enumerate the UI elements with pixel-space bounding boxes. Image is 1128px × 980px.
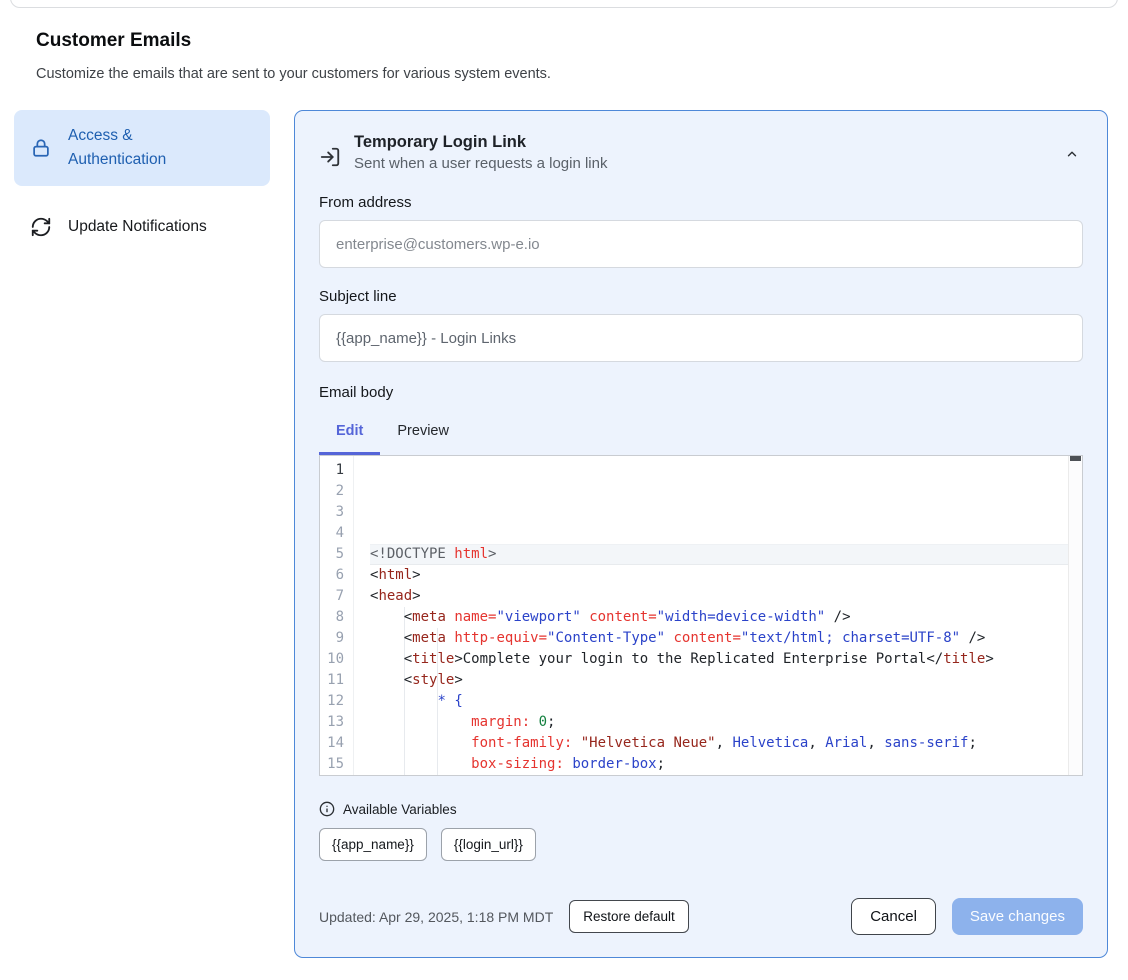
editor-gutter: 12345678910111213141516 <box>320 456 354 775</box>
refresh-icon <box>30 216 52 238</box>
tab-preview[interactable]: Preview <box>380 412 466 455</box>
line-number: 4 <box>320 523 353 544</box>
email-body-label: Email body <box>319 384 1083 401</box>
line-number: 11 <box>320 670 353 691</box>
from-address-input[interactable] <box>319 220 1083 268</box>
sidebar-item-label: Access & Authentication <box>68 124 208 172</box>
variable-chip-login-url[interactable]: {{login_url}} <box>441 828 536 861</box>
panel-footer: Updated: Apr 29, 2025, 1:18 PM MDT Resto… <box>319 898 1083 935</box>
lock-icon <box>30 137 52 159</box>
line-number: 2 <box>320 481 353 502</box>
editor-scrollbar-thumb[interactable] <box>1070 456 1081 461</box>
subject-line-label: Subject line <box>319 288 1083 305</box>
line-number: 8 <box>320 607 353 628</box>
line-number: 1 <box>320 460 353 481</box>
line-number: 10 <box>320 649 353 670</box>
variable-chips: {{app_name}} {{login_url}} <box>319 828 1083 861</box>
editor-code[interactable]: <!DOCTYPE html><html><head> <meta name="… <box>354 456 1068 775</box>
page-subtitle: Customize the emails that are sent to yo… <box>36 66 551 82</box>
panel-title: Temporary Login Link <box>354 133 607 152</box>
code-line[interactable]: <meta http-equiv="Content-Type" content=… <box>370 628 1068 649</box>
updated-timestamp: Updated: Apr 29, 2025, 1:18 PM MDT <box>319 909 553 925</box>
sidebar-item-update-notifications[interactable]: Update Notifications <box>14 202 270 252</box>
line-number: 16 <box>320 775 353 776</box>
code-line[interactable]: font-family: "Helvetica Neue", Helvetica… <box>370 733 1068 754</box>
code-line[interactable]: margin: 0; <box>370 712 1068 733</box>
previous-card-bottom-edge <box>10 0 1118 8</box>
line-number: 13 <box>320 712 353 733</box>
code-line[interactable]: * { <box>370 691 1068 712</box>
code-editor[interactable]: 12345678910111213141516 <!DOCTYPE html><… <box>319 455 1083 776</box>
info-icon <box>319 801 335 817</box>
code-line[interactable]: <meta name="viewport" content="width=dev… <box>370 607 1068 628</box>
code-line[interactable]: <!DOCTYPE html> <box>370 544 1068 565</box>
line-number: 3 <box>320 502 353 523</box>
code-line[interactable]: <style> <box>370 670 1068 691</box>
variable-chip-app-name[interactable]: {{app_name}} <box>319 828 427 861</box>
line-number: 14 <box>320 733 353 754</box>
code-line[interactable]: box-sizing: border-box; <box>370 754 1068 775</box>
line-number: 7 <box>320 586 353 607</box>
email-types-sidebar: Access & Authentication Update Notificat… <box>14 110 270 252</box>
page-title: Customer Emails <box>36 30 191 52</box>
chevron-up-icon <box>1065 147 1079 161</box>
code-line[interactable]: <head> <box>370 586 1068 607</box>
cancel-button[interactable]: Cancel <box>851 898 936 935</box>
available-variables-label: Available Variables <box>343 802 457 817</box>
tab-edit[interactable]: Edit <box>319 412 380 455</box>
save-changes-button[interactable]: Save changes <box>952 898 1083 935</box>
code-line[interactable]: <title>Complete your login to the Replic… <box>370 649 1068 670</box>
line-number: 6 <box>320 565 353 586</box>
available-variables-header: Available Variables <box>319 801 1083 817</box>
panel-subtitle: Sent when a user requests a login link <box>354 155 607 172</box>
sidebar-item-access-authentication[interactable]: Access & Authentication <box>14 110 270 186</box>
line-number: 12 <box>320 691 353 712</box>
code-line[interactable]: <html> <box>370 565 1068 586</box>
collapse-button[interactable] <box>1061 143 1083 165</box>
subject-line-input[interactable] <box>319 314 1083 362</box>
restore-default-button[interactable]: Restore default <box>569 900 689 933</box>
panel-header: Temporary Login Link Sent when a user re… <box>319 133 1083 172</box>
login-icon <box>319 146 341 168</box>
from-address-label: From address <box>319 194 1083 211</box>
customer-emails-page: Customer Emails Customize the emails tha… <box>0 0 1128 980</box>
panel-header-text: Temporary Login Link Sent when a user re… <box>354 133 607 172</box>
temporary-login-link-panel: Temporary Login Link Sent when a user re… <box>294 110 1108 958</box>
sidebar-item-label: Update Notifications <box>68 218 207 236</box>
editor-scrollbar[interactable] <box>1068 456 1082 775</box>
email-body-tabs: Edit Preview <box>319 412 1083 455</box>
line-number: 15 <box>320 754 353 775</box>
line-number: 5 <box>320 544 353 565</box>
line-number: 9 <box>320 628 353 649</box>
